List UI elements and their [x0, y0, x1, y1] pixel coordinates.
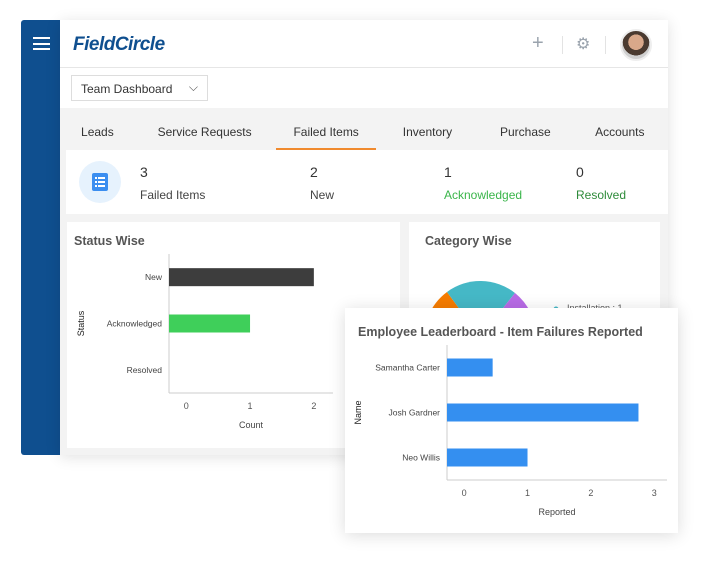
dashboard-select-value: Team Dashboard	[81, 82, 173, 96]
avatar[interactable]	[620, 29, 652, 61]
stats-card: 3 Failed Items 2 New 1 Acknowledged 0 Resolv…	[66, 150, 668, 214]
stat-new: 2 New	[310, 164, 334, 204]
dashboard-select[interactable]: Team Dashboard ⌵	[71, 75, 208, 101]
x-tick-label: 1	[525, 488, 530, 498]
x-tick-label: 2	[311, 401, 316, 411]
x-tick-label: 0	[462, 488, 467, 498]
bar	[169, 268, 314, 287]
gear-icon[interactable]: ⚙	[576, 34, 590, 54]
y-tick-label: Josh Gardner	[389, 408, 441, 418]
stat-value: 1	[444, 164, 452, 180]
stat-resolved: 0 Resolved	[576, 164, 626, 204]
bar	[447, 403, 639, 422]
x-tick-label: 2	[588, 488, 593, 498]
stat-value: 3	[140, 164, 148, 180]
leaderboard-chart: Samantha Carter Josh Gardner Neo Willis 0 1 2…	[353, 345, 667, 517]
tab-accounts[interactable]: Accounts	[572, 108, 668, 150]
header: FieldCircle + ⚙	[60, 20, 668, 68]
y-tick-label: Acknowledged	[107, 319, 163, 329]
divider	[562, 36, 563, 54]
y-axis-label: Status	[76, 310, 86, 336]
y-tick-label: Resolved	[127, 365, 163, 375]
stat-label: Failed Items	[140, 188, 206, 202]
stat-label: Resolved	[576, 188, 627, 202]
x-tick-label: 1	[248, 401, 253, 411]
tab-bar: Leads Service Requests Failed Items Inve…	[60, 108, 668, 150]
plus-icon[interactable]: +	[532, 32, 544, 55]
tab-failed-items[interactable]: Failed Items	[276, 108, 377, 150]
x-tick-label: 3	[652, 488, 657, 498]
bar	[447, 358, 493, 377]
y-axis-label: Name	[353, 400, 363, 424]
stat-acknowledged: 1 Acknowledged	[444, 164, 522, 204]
chevron-down-icon: ⌵	[188, 80, 198, 94]
tab-leads[interactable]: Leads	[60, 108, 135, 150]
tab-inventory[interactable]: Inventory	[376, 108, 479, 150]
stat-label: New	[310, 188, 335, 202]
tab-service-requests[interactable]: Service Requests	[135, 108, 275, 150]
subbar: Team Dashboard ⌵	[60, 68, 668, 108]
stat-label: Acknowledged	[444, 188, 523, 202]
y-tick-label: Samantha Carter	[375, 363, 440, 373]
stat-value: 0	[576, 164, 584, 180]
list-icon	[79, 161, 121, 203]
bar	[169, 314, 251, 333]
employee-leaderboard-card: Employee Leaderboard - Item Failures Rep…	[345, 308, 678, 533]
y-tick-label: Neo Willis	[402, 453, 440, 463]
y-tick-label: New	[145, 272, 163, 282]
x-axis-label: Count	[239, 420, 264, 430]
stat-failed-items: 3 Failed Items	[140, 164, 205, 204]
logo[interactable]: FieldCircle	[73, 34, 165, 56]
stat-value: 2	[310, 164, 318, 180]
hamburger-menu-icon[interactable]	[33, 37, 50, 50]
x-axis-label: Reported	[538, 507, 575, 517]
tab-purchase[interactable]: Purchase	[479, 108, 571, 150]
bar	[447, 448, 528, 467]
sidebar	[21, 20, 61, 455]
x-tick-label: 0	[184, 401, 189, 411]
divider	[605, 36, 606, 54]
